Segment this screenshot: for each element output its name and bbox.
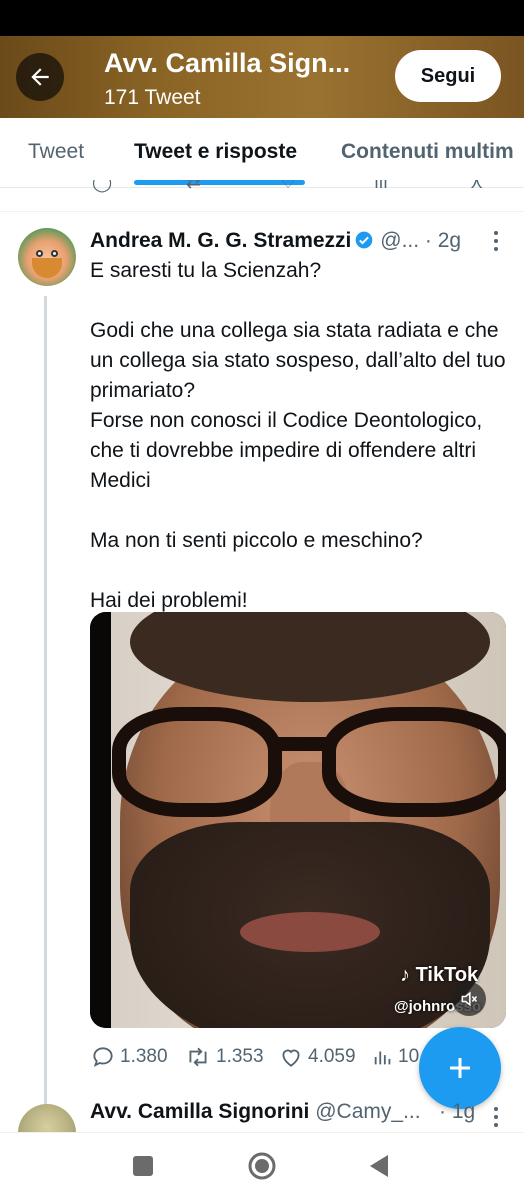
reply-action[interactable]: 1.380: [90, 1044, 168, 1070]
more-options-icon[interactable]: [489, 1104, 503, 1130]
views-chart-icon: [374, 1051, 391, 1065]
like-count: 4.059: [308, 1046, 356, 1067]
views-icon[interactable]: ılı: [374, 180, 388, 193]
recents-icon[interactable]: [132, 1151, 154, 1181]
profile-header: Avv. Camilla Sign... 171 Tweet Segui: [0, 36, 524, 118]
mute-button[interactable]: [452, 982, 486, 1016]
tiktok-icon: ♪: [400, 964, 410, 986]
back-nav-icon[interactable]: [368, 1151, 390, 1181]
avatar[interactable]: [18, 228, 76, 286]
system-nav-bar: [0, 1132, 524, 1200]
views-action[interactable]: 10: [372, 1044, 419, 1070]
follow-button[interactable]: Segui: [395, 50, 501, 102]
retweet-action[interactable]: 1.353: [184, 1044, 264, 1070]
like-action[interactable]: 4.059: [278, 1044, 356, 1070]
views-count: 10: [398, 1046, 420, 1067]
previous-tweet-actions-cropped: ◯ ⇄ ♡ ılı ⋏: [0, 180, 524, 194]
arrow-left-icon: [31, 68, 49, 86]
speaker-muted-icon: [461, 991, 478, 1007]
reply-icon[interactable]: ◯: [92, 180, 112, 193]
tweet-text: E saresti tu la Scienzah? Godi che una c…: [90, 259, 506, 612]
reply-time: · 1g: [439, 1100, 476, 1123]
share-icon[interactable]: ⋏: [470, 180, 483, 193]
tab-tweet-e-risposte[interactable]: Tweet e risposte: [134, 140, 297, 164]
tab-tweet[interactable]: Tweet: [28, 140, 84, 164]
plus-icon: [450, 1058, 470, 1078]
like-icon[interactable]: ♡: [280, 180, 296, 193]
tab-contenuti-multimediali[interactable]: Contenuti multim: [341, 140, 514, 164]
profile-title: Avv. Camilla Sign...: [104, 48, 351, 78]
reply-author-handle: @Camy_...: [315, 1100, 421, 1123]
more-options-icon[interactable]: [489, 229, 503, 253]
thread-line: [44, 296, 47, 1104]
tweet-author-row: Andrea M. G. G. Stramezzi @... · 2g: [90, 229, 520, 257]
heart-icon: [282, 1049, 300, 1067]
profile-tabs: Tweet Tweet e risposte Contenuti multim: [0, 118, 524, 188]
home-icon[interactable]: [246, 1151, 278, 1181]
tweet-time: · 2g: [424, 229, 462, 252]
divider: [0, 211, 524, 212]
reply-author-row: Avv. Camilla Signorini @Camy_...: [90, 1100, 470, 1130]
retweet-count: 1.353: [216, 1046, 264, 1067]
reply-avatar[interactable]: [18, 1104, 76, 1132]
reply-author-name[interactable]: Avv. Camilla Signorini: [90, 1100, 309, 1123]
tweet-video[interactable]: ♪ TikTok @johnrosso: [90, 612, 506, 1028]
author-handle: @...: [380, 229, 420, 252]
author-name[interactable]: Andrea M. G. G. Stramezzi: [90, 229, 351, 252]
retweet-icon[interactable]: ⇄: [186, 180, 201, 193]
compose-tweet-button[interactable]: [419, 1027, 501, 1109]
reply-icon: [93, 1047, 113, 1067]
reply-count: 1.380: [120, 1046, 168, 1067]
retweet-icon: [189, 1047, 207, 1067]
tweet-count: 171 Tweet: [104, 86, 201, 109]
status-bar: [0, 0, 524, 36]
back-button[interactable]: [16, 53, 64, 101]
verified-badge-icon: [356, 231, 373, 249]
